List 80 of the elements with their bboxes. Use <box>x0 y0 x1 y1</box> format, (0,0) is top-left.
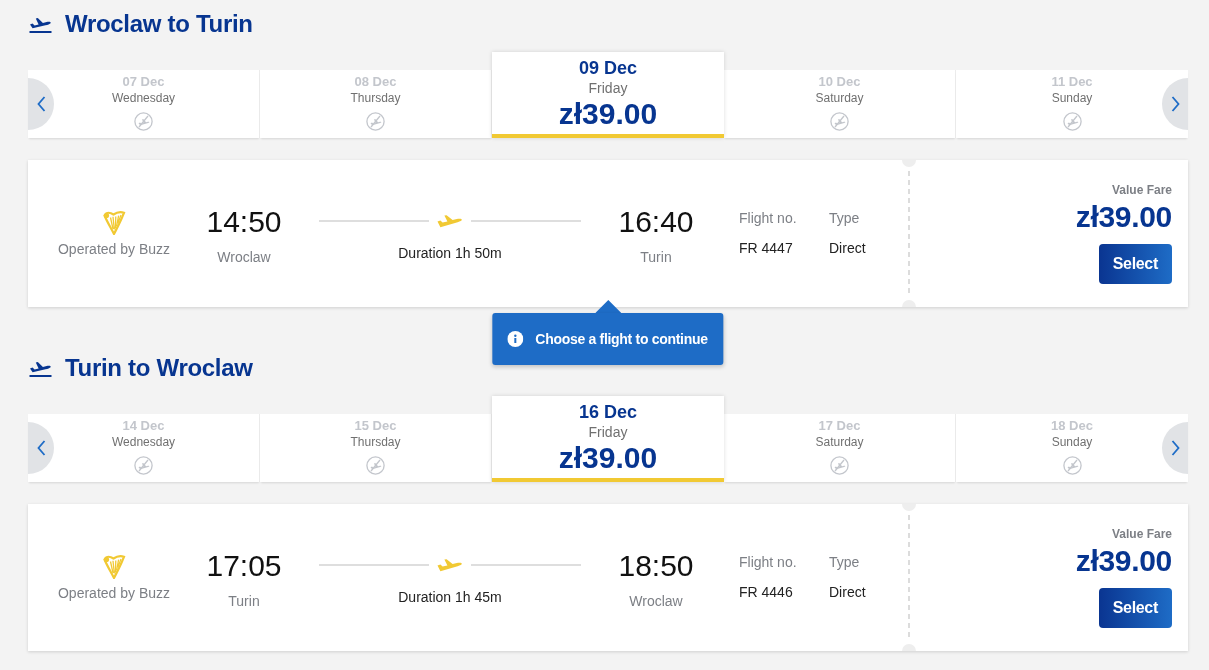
select-button[interactable]: Select <box>1098 588 1172 628</box>
arrival-time: 18:50 <box>618 548 694 584</box>
crossed-plane-icon <box>1062 112 1082 131</box>
flight-type: Direct <box>829 239 866 257</box>
fare-price: zł39.00 <box>1075 544 1172 578</box>
flight-number-label: Flight no. <box>739 553 798 571</box>
date-tab[interactable]: 11 Dec Sunday <box>956 70 1188 138</box>
crossed-plane-icon <box>830 456 849 475</box>
date-tab[interactable]: 07 Dec Wednesday <box>28 70 260 138</box>
date-label: 18 Dec <box>1051 418 1093 434</box>
operator-label: Operated by Buzz <box>57 584 171 602</box>
flight-number-label: Flight no. <box>739 209 798 227</box>
flight-type-label: Type <box>829 209 861 227</box>
weekday-label: Friday <box>588 79 628 97</box>
destination-city: Turin <box>640 248 672 266</box>
plane-icon <box>29 15 52 33</box>
weekday-label: Friday <box>588 423 628 441</box>
departure-time: 17:05 <box>206 548 282 584</box>
date-tab[interactable]: 10 Dec Saturday <box>724 70 956 138</box>
tooltip-text: Choose a flight to continue <box>535 331 708 347</box>
fare-name: Value Fare <box>1111 527 1172 541</box>
select-button[interactable]: Select <box>1098 244 1172 284</box>
harp-icon <box>102 554 126 579</box>
date-tab[interactable]: 09 Dec Friday zł39.00 <box>492 52 724 138</box>
crossed-plane-icon <box>134 112 153 131</box>
date-label: 14 Dec <box>122 418 165 434</box>
weekday-label: Thursday <box>350 90 401 106</box>
plane-icon <box>29 359 52 377</box>
fare-price: zł39.00 <box>1075 200 1172 234</box>
flight-duration: Duration 1h 45m <box>398 588 502 606</box>
date-label: 17 Dec <box>818 418 861 434</box>
flight-type-label: Type <box>829 553 861 571</box>
date-tab[interactable]: 17 Dec Saturday <box>724 414 956 482</box>
date-price: zł39.00 <box>558 441 658 475</box>
flight-number: FR 4446 <box>739 583 794 601</box>
operator-label: Operated by Buzz <box>57 240 171 258</box>
origin-city: Turin <box>228 592 260 610</box>
date-tab[interactable]: 18 Dec Sunday <box>956 414 1188 482</box>
weekday-label: Thursday <box>350 434 401 450</box>
flight-type: Direct <box>829 583 866 601</box>
flight-number: FR 4447 <box>739 239 794 257</box>
weekday-label: Wednesday <box>111 434 176 450</box>
chevron-left-icon <box>36 440 46 456</box>
date-label: 15 Dec <box>354 418 397 434</box>
arrival-time: 16:40 <box>618 204 694 240</box>
date-label: 09 Dec <box>578 57 637 79</box>
flight-duration: Duration 1h 50m <box>398 244 502 262</box>
plane-icon <box>437 214 463 228</box>
date-label: 11 Dec <box>1051 74 1093 90</box>
weekday-label: Saturday <box>815 434 864 450</box>
weekday-label: Sunday <box>1051 434 1093 450</box>
crossed-plane-icon <box>366 112 385 131</box>
date-label: 07 Dec <box>122 74 165 90</box>
harp-icon <box>102 210 126 235</box>
crossed-plane-icon <box>830 112 849 131</box>
crossed-plane-icon <box>366 456 385 475</box>
weekday-label: Saturday <box>815 90 864 106</box>
chevron-right-icon <box>1170 96 1180 112</box>
date-tab[interactable]: 14 Dec Wednesday <box>28 414 260 482</box>
date-tab[interactable]: 15 Dec Thursday <box>260 414 492 482</box>
route-title: Wroclaw to Turin <box>65 10 253 38</box>
weekday-label: Wednesday <box>111 90 176 106</box>
departure-time: 14:50 <box>206 204 282 240</box>
chevron-right-icon <box>1170 440 1180 456</box>
date-tab[interactable]: 16 Dec Friday zł39.00 <box>492 396 724 482</box>
crossed-plane-icon <box>1062 456 1082 475</box>
date-label: 16 Dec <box>578 401 637 423</box>
date-label: 10 Dec <box>818 74 861 90</box>
plane-icon <box>437 558 463 572</box>
weekday-label: Sunday <box>1051 90 1093 106</box>
fare-name: Value Fare <box>1111 183 1172 197</box>
info-icon <box>507 331 524 347</box>
date-label: 08 Dec <box>354 74 397 90</box>
origin-city: Wroclaw <box>217 248 271 266</box>
chevron-left-icon <box>36 96 46 112</box>
route-title: Turin to Wroclaw <box>65 354 253 382</box>
date-tab[interactable]: 08 Dec Thursday <box>260 70 492 138</box>
destination-city: Wroclaw <box>629 592 683 610</box>
crossed-plane-icon <box>134 456 153 475</box>
date-price: zł39.00 <box>558 97 658 131</box>
